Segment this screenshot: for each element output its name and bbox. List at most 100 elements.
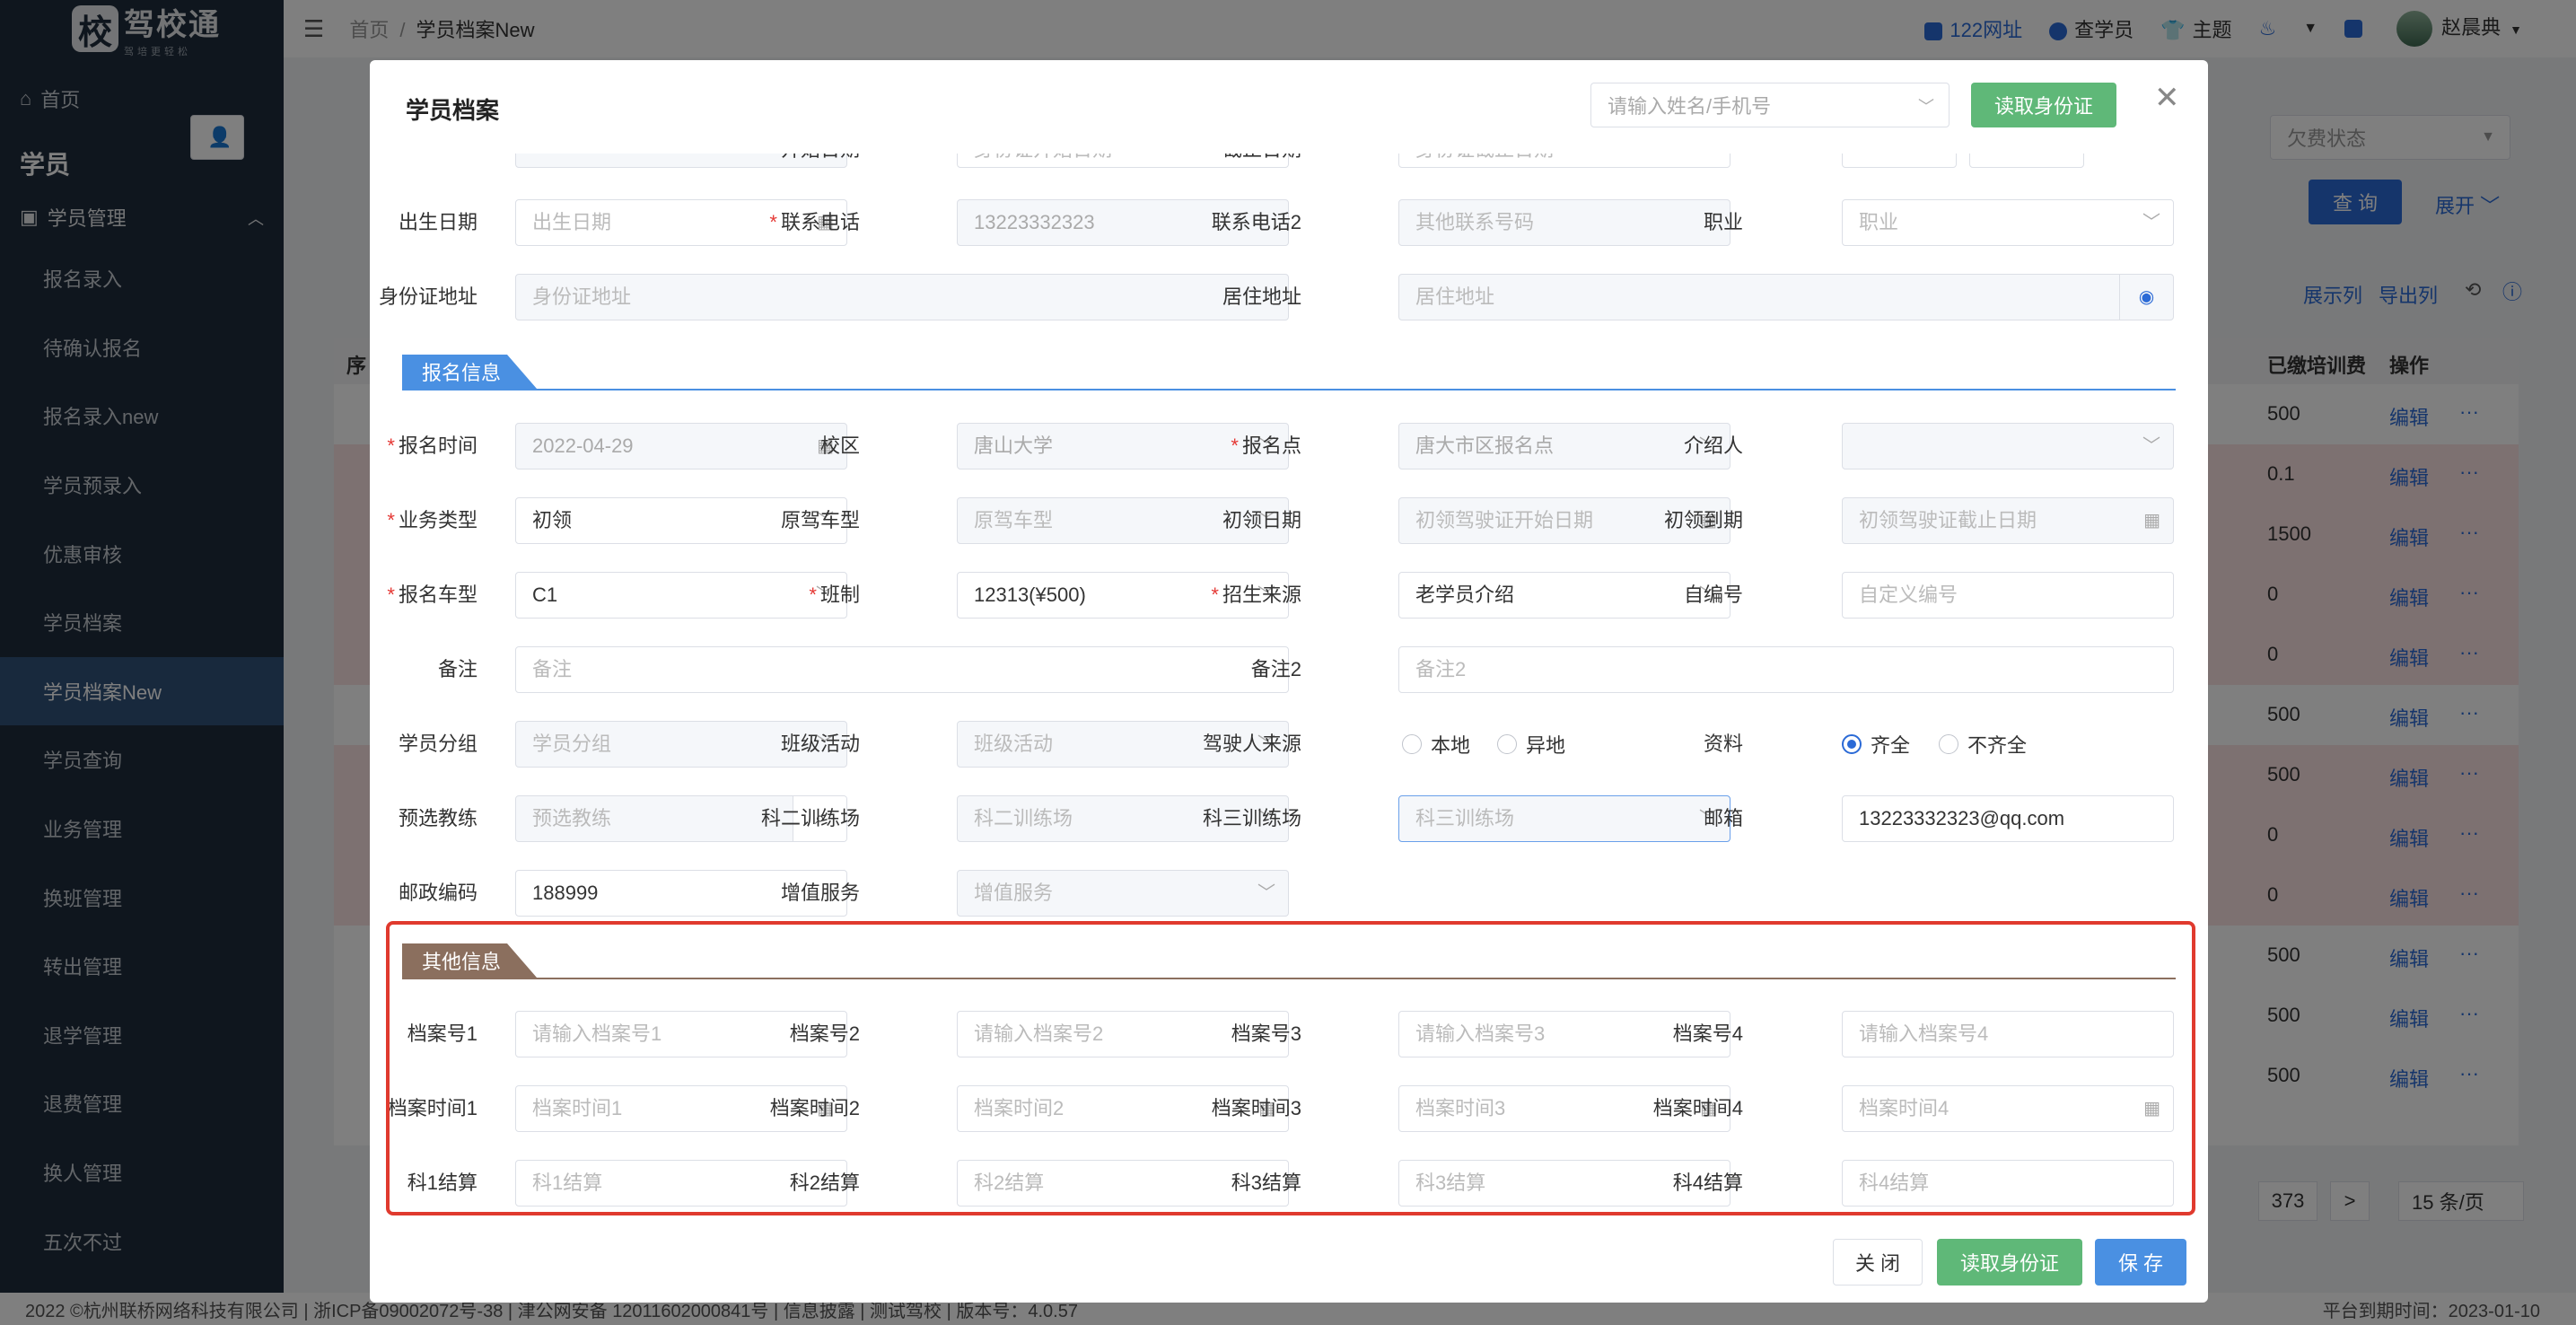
label-note2: 备注2 (1250, 658, 1301, 680)
radio-circle (1939, 734, 1958, 754)
modal-footer: 关 闭 读取身份证 保 存 (370, 1230, 2208, 1303)
close-button[interactable]: 关 闭 (1833, 1239, 1923, 1286)
section-tag-registration: 报名信息 (402, 355, 537, 389)
placeholder: 预选教练 (532, 807, 612, 829)
radio-docs-full[interactable]: 齐全 (1842, 721, 1910, 768)
label-live-address: 居住地址 (1222, 285, 1301, 308)
value: 老学员介绍 (1415, 584, 1515, 606)
location-pin-icon[interactable]: ◉ (2119, 275, 2173, 320)
radio-docs-partial[interactable]: 不齐全 (1939, 721, 2027, 768)
student-archive-modal: 学员档案 请输入姓名/手机号 ﹀ 读取身份证 ✕ 开始日期 身份证开始日期 截止… (370, 60, 2208, 1303)
label-text: 联系电话 (780, 211, 860, 233)
label-car-type: * 报名车型 (387, 584, 478, 606)
radio-local[interactable]: 本地 (1402, 721, 1470, 768)
chevron-down-icon: ﹀ (1918, 98, 1934, 116)
label-first-date: 初领日期 (1222, 509, 1301, 531)
label-orig-car: 原驾车型 (780, 509, 860, 531)
placeholder: 原驾车型 (974, 509, 1054, 531)
radio-other-place[interactable]: 异地 (1497, 721, 1565, 768)
search-placeholder: 请输入姓名/手机号 (1608, 95, 1772, 118)
placeholder: 初领驾驶证开始日期 (1415, 509, 1594, 531)
partial-field-b[interactable] (1969, 154, 2084, 168)
label-text: 业务类型 (398, 509, 478, 531)
name-phone-search-select[interactable]: 请输入姓名/手机号 ﹀ (1590, 83, 1950, 127)
label-reg-point: * 报名点 (1231, 434, 1301, 457)
id-end-date-field[interactable]: 身份证截止日期 (1398, 154, 1730, 168)
email-input[interactable]: 13223332323@qq.com (1842, 795, 2174, 842)
label-id-end: 截止日期 (1194, 154, 1301, 173)
highlight-box (386, 921, 2195, 1215)
label-text: 班制 (819, 584, 860, 606)
save-button[interactable]: 保 存 (2095, 1239, 2186, 1286)
label-zip: 邮政编码 (398, 882, 478, 904)
partial-field-a[interactable] (1842, 154, 1957, 168)
label-text: 报名点 (1241, 434, 1301, 457)
chevron-down-icon: ﹀ (2142, 436, 2160, 456)
label-driver-source: 驾驶人来源 (1202, 733, 1301, 755)
vas-select[interactable]: 增值服务 ﹀ (957, 870, 1289, 917)
placeholder: 初领驾驶证截止日期 (1859, 509, 2037, 531)
calendar-icon: ▦ (2143, 511, 2160, 531)
label-referrer: 介绍人 (1683, 434, 1743, 457)
label-source: * 招生来源 (1211, 584, 1301, 606)
placeholder: 科二训练场 (974, 807, 1073, 829)
label-field3: 科三训练场 (1202, 807, 1301, 829)
label-birth-date: 出生日期 (398, 211, 478, 233)
label-note: 备注 (437, 658, 478, 680)
first-exp-picker[interactable]: 初领驾驶证截止日期 ▦ (1842, 497, 2174, 544)
label-id-address: 身份证地址 (378, 285, 478, 308)
label-activity: 班级活动 (780, 733, 860, 755)
label-docs: 资料 (1703, 733, 1743, 755)
label-group: 学员分组 (398, 733, 478, 755)
value: 唐大市区报名点 (1415, 434, 1555, 457)
placeholder: 增值服务 (974, 882, 1054, 904)
modal-title: 学员档案 (406, 97, 500, 124)
label-text: 报名时间 (398, 434, 478, 457)
placeholder: 身份证开始日期 (974, 154, 1112, 161)
label-campus: 校区 (819, 434, 860, 457)
note-input[interactable]: 备注 (515, 646, 1289, 693)
radio-label: 本地 (1431, 734, 1471, 757)
placeholder: 科三训练场 (1415, 807, 1515, 829)
label-text: 招生来源 (1222, 584, 1301, 606)
label-phone2: 联系电话2 (1211, 211, 1301, 233)
radio-circle (1402, 734, 1422, 754)
radio-circle-checked (1842, 734, 1862, 754)
close-icon[interactable]: ✕ (2154, 80, 2180, 116)
placeholder: 居住地址 (1415, 285, 1495, 308)
job-select[interactable]: 职业 ﹀ (1842, 199, 2174, 246)
placeholder: 班级活动 (974, 733, 1054, 755)
label-phone: * 联系电话 (769, 211, 860, 233)
radio-label: 齐全 (1871, 734, 1911, 757)
referrer-select[interactable]: ﹀ (1842, 423, 2174, 469)
value: 唐山大学 (974, 434, 1054, 457)
placeholder: 出生日期 (532, 211, 612, 233)
placeholder: 学员分组 (532, 733, 612, 755)
self-no-input[interactable]: 自定义编号 (1842, 572, 2174, 619)
label-reg-time: * 报名时间 (387, 434, 478, 457)
id-address-field[interactable]: 身份证地址 (515, 274, 1289, 320)
footer-read-id-button[interactable]: 读取身份证 (1937, 1239, 2082, 1286)
radio-label: 异地 (1526, 734, 1566, 757)
chevron-down-icon: ﹀ (1257, 883, 1275, 903)
radio-label: 不齐全 (1967, 734, 2028, 757)
label-id-start: 开始日期 (752, 154, 860, 173)
placeholder: 身份证截止日期 (1415, 154, 1554, 161)
label-vas: 增值服务 (780, 882, 860, 904)
label-field2: 科二训练场 (760, 807, 860, 829)
label-text: 报名车型 (398, 584, 478, 606)
value: 12313(¥500) (974, 584, 1086, 606)
label-job: 职业 (1703, 211, 1743, 233)
label-first-exp: 初领到期 (1663, 509, 1743, 531)
value: 初领 (532, 509, 573, 531)
label-email: 邮箱 (1703, 807, 1743, 829)
read-id-card-button[interactable]: 读取身份证 (1971, 83, 2116, 127)
label-coach: 预选教练 (398, 807, 478, 829)
section-divider (402, 389, 2176, 390)
modal-header: 学员档案 请输入姓名/手机号 ﹀ 读取身份证 ✕ (370, 60, 2208, 154)
value: 2022-04-29 (532, 434, 634, 457)
live-address-field[interactable]: 居住地址 ◉ (1398, 274, 2174, 320)
note2-input[interactable]: 备注2 (1398, 646, 2174, 693)
chevron-down-icon: ﹀ (2142, 213, 2160, 233)
value: C1 (532, 584, 558, 606)
